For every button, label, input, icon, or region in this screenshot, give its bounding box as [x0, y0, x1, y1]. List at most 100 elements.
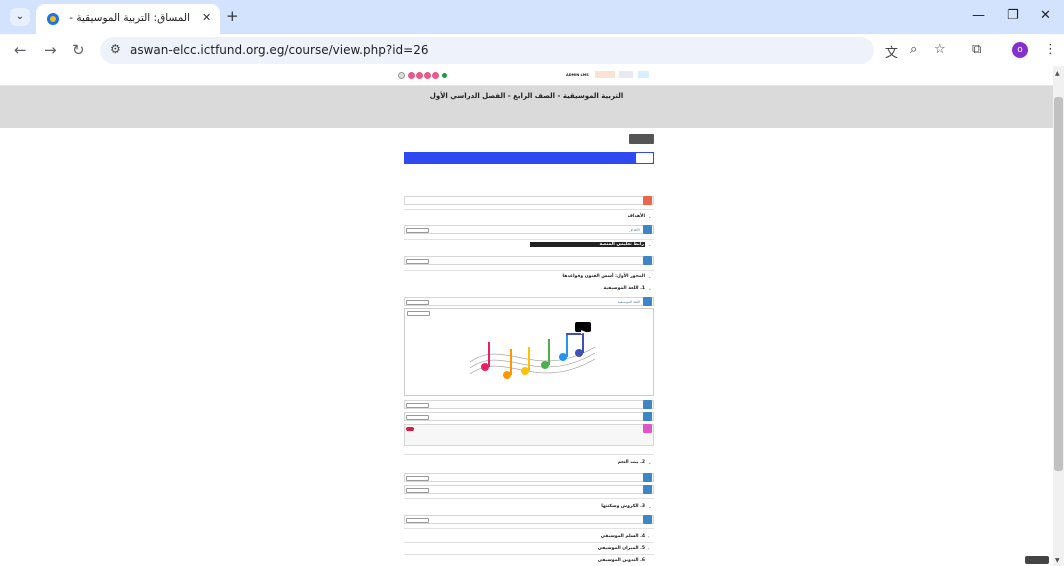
chevron-down-icon[interactable]: ⌄ — [648, 286, 651, 291]
tab-strip: ⌄ المساق: التربية الموسيقية - الصـ ✕ + —… — [0, 0, 1064, 34]
section-title: 6. التدوين الموسيقي — [597, 558, 645, 563]
section-divider — [404, 270, 654, 271]
translate-icon[interactable]: 文 — [885, 42, 898, 61]
chevron-down-icon[interactable]: ⌄ — [648, 242, 651, 247]
mark-as-done-button[interactable] — [406, 518, 429, 523]
tune-icon[interactable]: ⚙ — [110, 42, 121, 56]
h5p-activity-row — [404, 485, 654, 494]
message-icon[interactable] — [416, 72, 423, 79]
chevron-down-icon[interactable]: ⌄ — [648, 214, 651, 219]
site-topbar: ADMIN LMS — [0, 66, 1053, 86]
page-activity-row — [404, 256, 654, 265]
user-avatar-icon[interactable] — [398, 72, 405, 79]
course-nav-active-item[interactable] — [636, 153, 653, 163]
mark-as-done-button[interactable] — [406, 488, 429, 493]
section-title: 4. السلم الموسيقي — [600, 534, 645, 539]
page-title: التربية الموسيقية - الصف الرابع - الفصل … — [429, 92, 624, 100]
reload-icon[interactable]: ↻ — [72, 41, 85, 59]
page-icon — [643, 256, 652, 265]
tab-title: المساق: التربية الموسيقية - الصـ — [66, 12, 190, 24]
notification-icon[interactable] — [408, 72, 415, 79]
section-divider — [404, 554, 654, 555]
brand-label: ADMIN LMS — [566, 73, 589, 77]
chevron-down-icon[interactable]: ⌄ — [648, 460, 651, 465]
h5p-activity-row — [404, 424, 654, 446]
mark-as-done-button[interactable] — [406, 228, 429, 233]
page-activity-row — [404, 412, 654, 421]
scroll-down-icon[interactable]: ▼ — [1055, 557, 1060, 564]
restore-icon[interactable]: ❐ — [1007, 8, 1019, 23]
tab-search-icon[interactable]: ⌄ — [10, 8, 30, 26]
course-header: التربية الموسيقية - الصف الرابع - الفصل … — [0, 86, 1053, 128]
section-divider — [404, 498, 654, 499]
page-icon — [643, 297, 652, 306]
partner-logo — [638, 71, 649, 78]
active-tab[interactable]: المساق: التربية الموسيقية - الصـ ✕ — [36, 4, 220, 34]
forum-activity-row — [404, 196, 654, 205]
section-title: 5. الميزان الموسيقي — [597, 546, 645, 551]
chevron-down-icon[interactable]: ⌄ — [648, 274, 651, 279]
mark-as-done-button[interactable] — [406, 476, 429, 481]
section-divider — [404, 528, 654, 529]
page-activity-row — [404, 473, 654, 482]
section-title: 1. اللغة الموسيقية — [603, 286, 645, 291]
page-icon — [643, 225, 652, 234]
site-favicon-icon — [47, 13, 59, 25]
partner-logo — [619, 71, 633, 78]
page-icon — [643, 473, 652, 482]
kebab-menu-icon[interactable]: ⋮ — [1044, 42, 1057, 57]
back-arrow-icon[interactable]: ← — [14, 41, 27, 59]
page-content: ADMIN LMS التربية الموسيقية - الصف الراب… — [0, 66, 1064, 566]
mark-as-done-button[interactable] — [406, 300, 429, 305]
section-title: رابط تعليمي المنصة — [530, 242, 645, 247]
section-title: المحور الأول: أسس الفنون وقواعدها — [562, 274, 645, 279]
chevron-left-icon[interactable]: ‹ — [648, 534, 650, 539]
url-text: aswan-elcc.ictfund.org.eg/course/view.ph… — [130, 43, 429, 57]
video-icon — [643, 424, 652, 433]
page-icon — [643, 412, 652, 421]
new-tab-icon[interactable]: + — [226, 7, 239, 25]
mark-as-done-button[interactable] — [406, 403, 429, 408]
star-icon[interactable]: ☆ — [934, 42, 946, 57]
h5p-video-player[interactable] — [404, 308, 654, 396]
page-activity-row — [404, 515, 654, 524]
puzzle-icon[interactable]: ⧉ — [972, 42, 981, 57]
mark-as-done-button[interactable] — [406, 415, 429, 420]
h5p-activity-row — [404, 400, 654, 409]
section-divider — [404, 239, 654, 240]
section-divider — [404, 542, 654, 543]
course-nav — [404, 152, 654, 164]
section-title: الأهداف — [627, 214, 645, 219]
profile-avatar[interactable]: o — [1012, 42, 1028, 58]
activity-link[interactable]: الأهداف — [560, 228, 640, 232]
address-bar[interactable]: ⚙ aswan-elcc.ictfund.org.eg/course/view.… — [100, 37, 874, 64]
edit-mode-button[interactable] — [629, 134, 654, 144]
toolbar: ← → ↻ ⚙ aswan-elcc.ictfund.org.eg/course… — [0, 34, 1064, 66]
section-divider — [404, 454, 654, 455]
minimize-icon[interactable]: — — [972, 8, 985, 23]
dark-mode-toggle[interactable] — [1025, 556, 1049, 564]
zoom-icon[interactable]: ⌕ — [910, 42, 917, 57]
mark-as-done-button[interactable] — [407, 311, 430, 316]
section-title: 3. الكروش وسكتتها — [601, 504, 645, 509]
close-tab-icon[interactable]: ✕ — [202, 11, 211, 24]
section-title: 2. بيت النغم — [617, 460, 645, 465]
settings-icon[interactable] — [432, 72, 439, 79]
play-icon[interactable] — [575, 322, 591, 334]
chevron-down-icon[interactable]: ⌄ — [648, 504, 651, 509]
forum-icon — [643, 196, 652, 205]
chevron-left-icon[interactable]: ‹ — [648, 546, 650, 551]
mark-as-done-button[interactable] — [406, 259, 429, 264]
browser-window: ⌄ المساق: التربية الموسيقية - الصـ ✕ + —… — [0, 0, 1064, 566]
window-close-icon[interactable]: ✕ — [1040, 8, 1051, 23]
calendar-icon[interactable] — [424, 72, 431, 79]
activity-link[interactable]: اللغة الموسيقية — [560, 300, 640, 304]
scroll-up-icon[interactable]: ▲ — [1055, 70, 1060, 77]
scrollbar-thumb[interactable] — [1054, 97, 1063, 471]
h5p-icon — [643, 400, 652, 409]
partner-logo — [595, 71, 615, 78]
section-divider — [404, 209, 654, 210]
h5p-icon — [643, 485, 652, 494]
status-badge — [406, 427, 414, 431]
forward-arrow-icon[interactable]: → — [44, 41, 57, 59]
